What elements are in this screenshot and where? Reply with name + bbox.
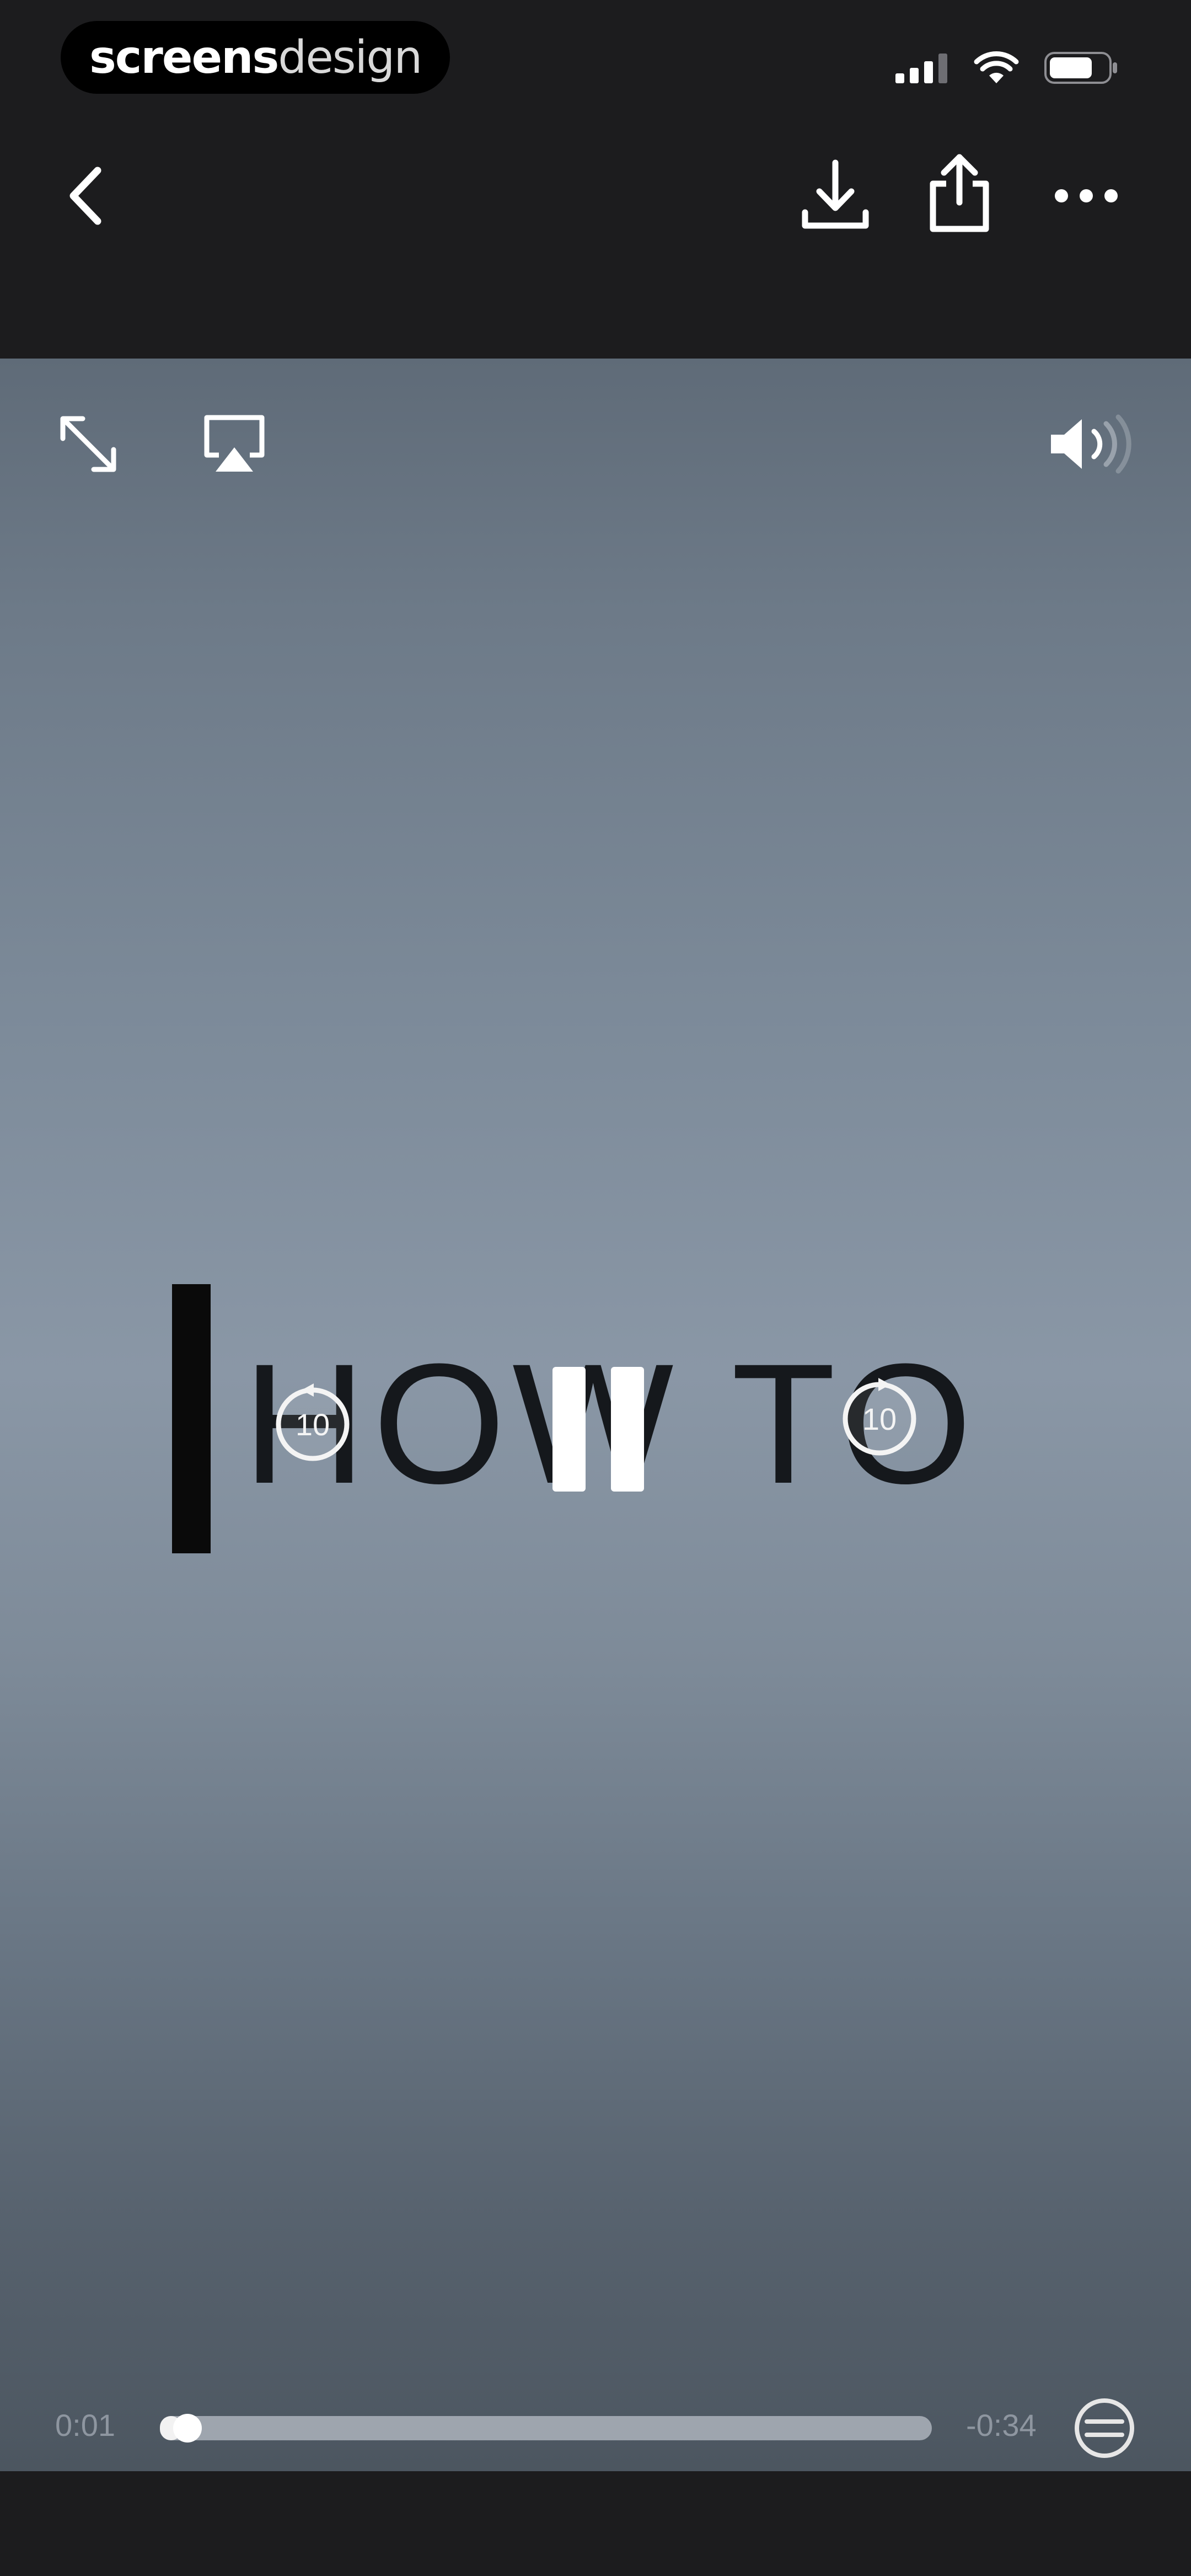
wifi-icon	[974, 51, 1019, 83]
skip-forward-label: 10	[862, 1402, 897, 1436]
airplay-icon	[204, 415, 265, 472]
battery-icon	[1044, 52, 1117, 84]
video-player-screen: screens design HOW TO 10 10 0:01 -0:34	[0, 0, 1191, 2576]
share-icon	[930, 154, 989, 232]
time-remaining: -0:34	[966, 2408, 1037, 2443]
brand-light-text: design	[278, 31, 422, 84]
volume-button[interactable]	[1042, 408, 1141, 480]
playback-speed-icon	[1075, 2398, 1134, 2458]
video-frame[interactable]: HOW TO 10 10 0:01 -0:34	[0, 359, 1191, 2471]
pause-icon	[552, 1367, 644, 1492]
brand-watermark: screens design	[61, 21, 450, 94]
chevron-left-icon	[69, 167, 101, 225]
playback-scrubber: 0:01 -0:34	[0, 2394, 1191, 2460]
text-cursor	[172, 1284, 211, 1553]
skip-back-icon: 10	[276, 1383, 350, 1461]
time-elapsed: 0:01	[55, 2408, 115, 2443]
skip-forward-icon: 10	[843, 1378, 916, 1456]
back-button[interactable]	[50, 154, 121, 237]
signal-icon	[895, 54, 947, 83]
skip-back-button[interactable]: 10	[269, 1378, 357, 1466]
progress-thumb[interactable]	[173, 2414, 202, 2443]
pause-button[interactable]	[546, 1367, 656, 1492]
more-button[interactable]	[1042, 160, 1130, 232]
skip-forward-button[interactable]: 10	[835, 1372, 924, 1461]
airplay-button[interactable]	[196, 405, 273, 483]
skip-back-label: 10	[296, 1407, 330, 1442]
more-horizontal-icon	[1055, 189, 1118, 202]
nav-bar	[0, 127, 1191, 359]
brand-bold-text: screens	[89, 31, 279, 84]
download-button[interactable]	[794, 154, 877, 237]
share-button[interactable]	[918, 149, 1001, 237]
expand-button[interactable]	[50, 405, 127, 483]
volume-icon	[1051, 414, 1131, 474]
playback-speed-button[interactable]	[1072, 2396, 1136, 2460]
expand-icon	[60, 416, 116, 472]
status-bar: screens design	[0, 0, 1191, 127]
progress-track[interactable]	[160, 2414, 932, 2443]
download-icon	[802, 159, 869, 229]
status-icons	[895, 49, 1119, 87]
